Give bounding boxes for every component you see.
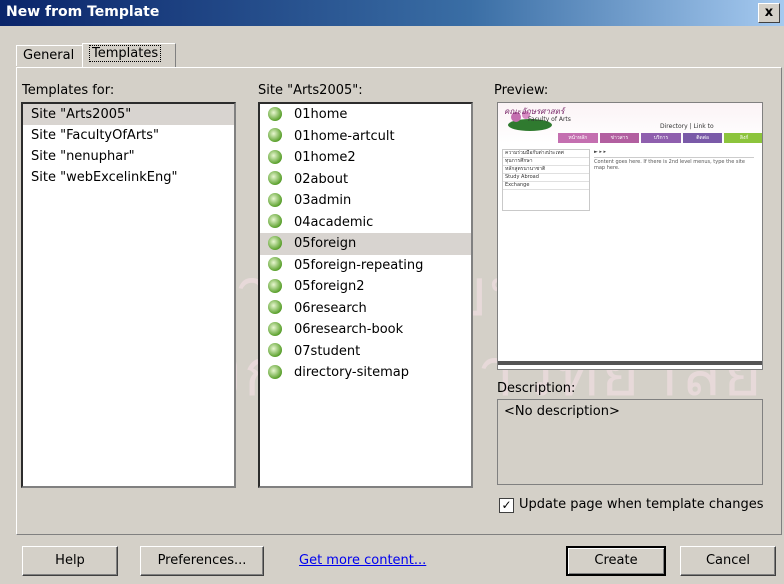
preferences-button[interactable]: Preferences... (140, 546, 264, 576)
tab-templates-label: Templates (89, 45, 162, 62)
template-list-item[interactable]: 05foreign-repeating (260, 255, 471, 277)
get-more-content-link[interactable]: Get more content... (299, 553, 426, 568)
preview-side-link: ทุนการศึกษา (503, 158, 589, 166)
template-name: 01home-artcult (294, 128, 395, 144)
preview-logo-sub: Faculty of Arts (528, 116, 571, 123)
preview-nav-item: หน้าหลัก (558, 133, 598, 143)
template-list-item[interactable]: 06research (260, 298, 471, 320)
site-list-item[interactable]: Site "FacultyOfArts" (23, 125, 234, 146)
site-list-item[interactable]: Site "nenuphar" (23, 146, 234, 167)
template-file-icon (268, 321, 282, 336)
template-list-item[interactable]: 05foreign (260, 233, 471, 255)
preview-nav: หน้าหลัก ข่าวสาร บริการ ติดต่อ ลิงก์ (558, 133, 762, 143)
template-file-icon (268, 364, 282, 379)
description-box: <No description> (497, 399, 763, 485)
preview-label: Preview: (494, 83, 549, 98)
preview-nav-item: บริการ (641, 133, 681, 143)
template-list-item[interactable]: 02about (260, 169, 471, 191)
preview-side-link: Study Abroad (503, 174, 589, 182)
tab-general[interactable]: General (16, 45, 88, 66)
template-name: 04academic (294, 214, 374, 230)
preview-directory: Directory | Link to (660, 123, 714, 130)
template-name: 05foreign-repeating (294, 257, 424, 273)
template-name: 03admin (294, 193, 352, 208)
template-file-icon (268, 300, 282, 314)
template-list-item[interactable]: 01home-artcult (260, 126, 471, 148)
help-button[interactable]: Help (22, 546, 118, 576)
template-list-item[interactable]: 03admin (260, 190, 471, 212)
preview-nav-item: ข่าวสาร (599, 133, 640, 143)
template-list-item[interactable]: 01home2 (260, 147, 471, 169)
template-file-icon (268, 235, 282, 250)
template-list[interactable]: 01home 01home-artcult 01home2 02about 03admi… (258, 102, 473, 488)
template-file-icon (268, 149, 282, 164)
preview-breadcrumb: ► ▸ ▸ (594, 149, 754, 158)
preview-nav-item: ติดต่อ (682, 133, 723, 143)
template-preview: คณะอักษรศาสตร์ Faculty of Arts Directory… (497, 102, 763, 370)
templates-for-list[interactable]: Site "Arts2005" Site "FacultyOfArts" Site … (21, 102, 236, 488)
template-file-icon (268, 171, 282, 185)
create-button[interactable]: Create (566, 546, 666, 576)
cancel-button[interactable]: Cancel (680, 546, 776, 576)
template-name: 06research (294, 300, 367, 316)
template-file-icon (268, 343, 282, 357)
preview-footer (498, 361, 762, 365)
description-label: Description: (497, 381, 576, 396)
preview-side-link: Exchange (503, 182, 589, 190)
site-list-item[interactable]: Site "Arts2005" (23, 104, 234, 125)
close-icon[interactable]: x (758, 3, 780, 23)
update-page-label[interactable]: Update page when template changes (519, 497, 764, 512)
preview-side-link: หลักสูตรนานาชาติ (503, 166, 589, 174)
template-name: directory-sitemap (294, 365, 409, 380)
tab-templates[interactable]: Templates (82, 43, 176, 68)
template-name: 05foreign2 (294, 279, 365, 294)
template-list-item[interactable]: 04academic (260, 212, 471, 234)
template-name: 06research-book (294, 322, 404, 337)
template-name: 05foreign (294, 236, 357, 251)
template-name: 01home (294, 107, 348, 122)
site-list-item[interactable]: Site "webExcelinkEng" (23, 167, 234, 188)
title-bar: New from Template x (0, 0, 784, 26)
template-file-icon (268, 192, 282, 207)
template-file-icon (268, 278, 282, 293)
update-page-checkbox[interactable]: ✓ (499, 498, 514, 513)
template-list-item[interactable]: 06research-book (260, 319, 471, 341)
templates-for-label: Templates for: (22, 83, 115, 98)
preview-side-link: ความร่วมมือกับต่างประเทศ (503, 150, 589, 158)
template-file-icon (268, 257, 282, 271)
template-name: 02about (294, 171, 349, 187)
template-list-item[interactable]: 05foreign2 (260, 276, 471, 298)
template-list-item[interactable]: directory-sitemap (260, 362, 471, 384)
template-name: 01home2 (294, 150, 356, 165)
preview-nav-item: ลิงก์ (724, 133, 762, 143)
preview-sidebar: ความร่วมมือกับต่างประเทศ ทุนการศึกษา หลักส… (502, 149, 590, 211)
template-file-icon (268, 106, 282, 121)
template-list-item[interactable]: 01home (260, 104, 471, 126)
template-file-icon (268, 214, 282, 228)
template-name: 07student (294, 343, 361, 359)
site-list-label: Site "Arts2005": (258, 83, 363, 98)
template-list-item[interactable]: 07student (260, 341, 471, 363)
template-file-icon (268, 128, 282, 142)
window-title: New from Template (6, 4, 160, 20)
preview-content: Content goes here. If there is 2nd level… (594, 159, 745, 171)
